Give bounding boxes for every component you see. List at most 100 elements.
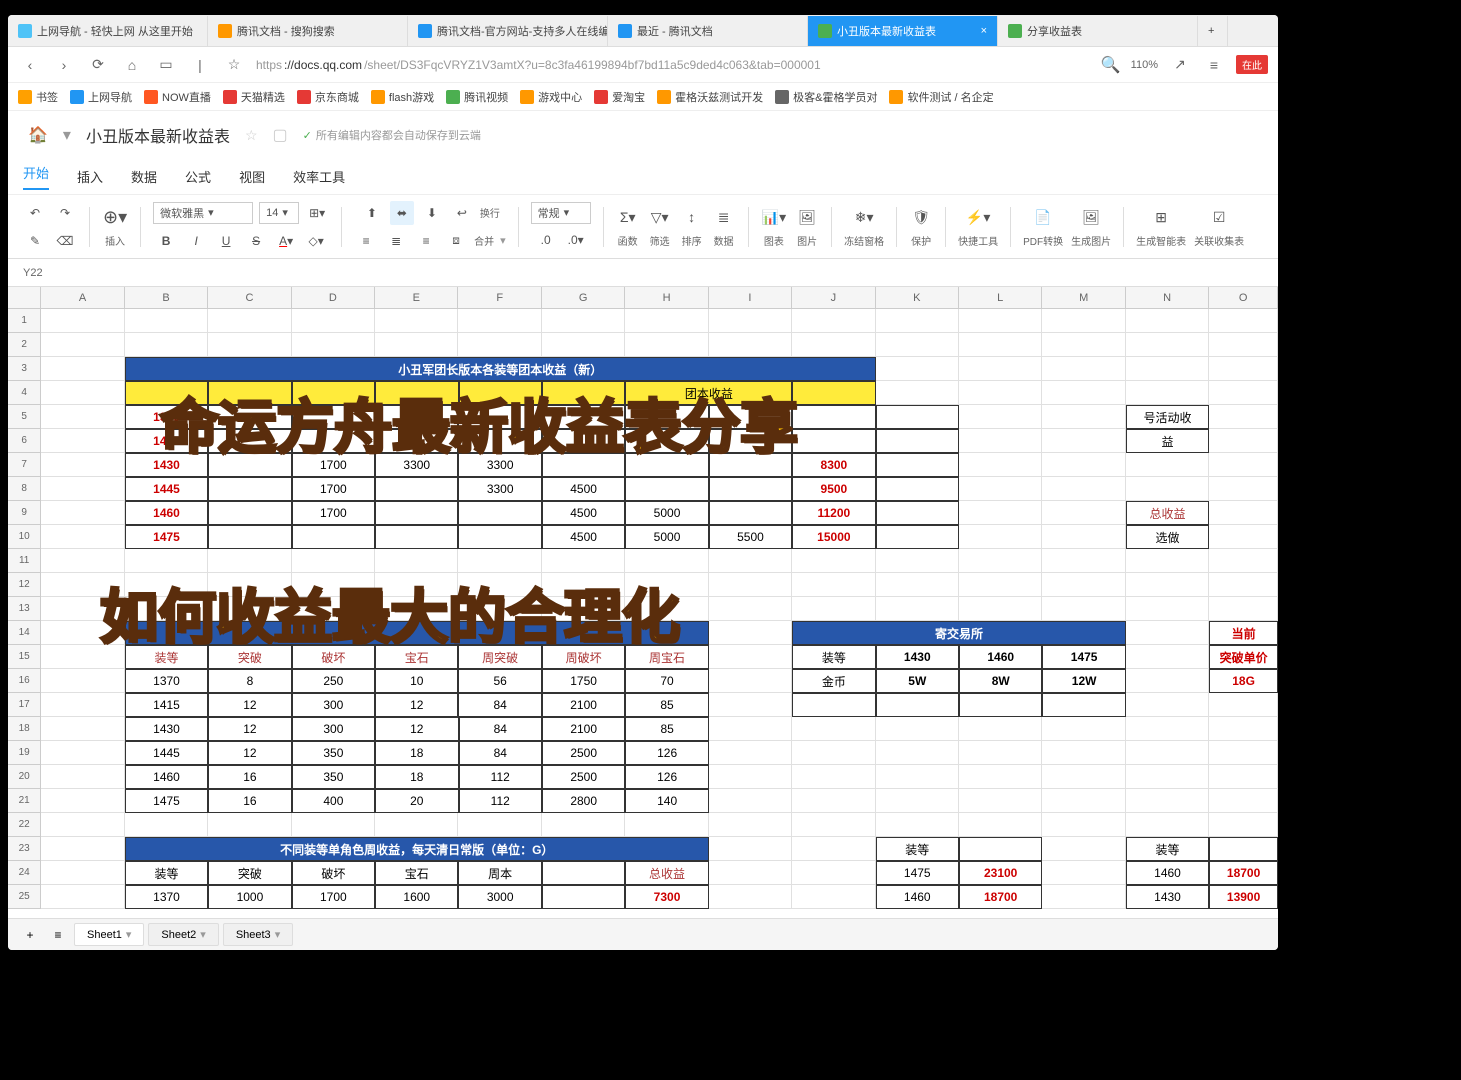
cell[interactable]: 15000 (792, 525, 875, 549)
cell[interactable]: 4500 (542, 525, 625, 549)
cell[interactable] (41, 645, 124, 669)
menu-item[interactable]: 开始 (23, 163, 49, 190)
menu-item[interactable]: 数据 (131, 167, 157, 186)
cell[interactable]: 350 (292, 765, 375, 789)
cell[interactable]: 1415 (125, 429, 208, 453)
list-sheets-button[interactable]: ≡ (46, 923, 70, 947)
cell[interactable] (1209, 477, 1278, 501)
cell[interactable] (292, 381, 375, 405)
row-header[interactable]: 13 (8, 597, 41, 621)
sheet-tab[interactable]: Sheet1 ▾ (74, 923, 144, 946)
cell[interactable] (959, 597, 1042, 621)
cell[interactable]: 1475 (125, 789, 208, 813)
cell[interactable]: 1750 (542, 669, 625, 693)
cell[interactable] (458, 525, 541, 549)
cell[interactable] (709, 789, 792, 813)
smart-button[interactable]: ⊞ (1149, 205, 1173, 229)
cell[interactable] (876, 501, 959, 525)
bookmark-item[interactable]: 霍格沃兹测试开发 (657, 89, 763, 105)
cell[interactable] (1042, 837, 1125, 861)
row-header[interactable]: 15 (8, 645, 41, 669)
cell[interactable] (1126, 477, 1209, 501)
cell[interactable]: 18 (375, 741, 458, 765)
cell[interactable] (41, 477, 124, 501)
cell[interactable] (959, 333, 1042, 357)
cell[interactable]: 破坏 (292, 645, 375, 669)
cell[interactable] (1209, 525, 1278, 549)
row-header[interactable]: 11 (8, 549, 41, 573)
cell[interactable] (542, 573, 625, 597)
cell[interactable]: 12 (375, 717, 458, 741)
cell[interactable] (125, 597, 208, 621)
cell[interactable] (458, 597, 541, 621)
cell[interactable] (125, 549, 208, 573)
data-button[interactable]: ≣ (712, 205, 736, 229)
cell[interactable] (1209, 693, 1278, 717)
cell[interactable] (709, 573, 792, 597)
cell[interactable]: 1430 (125, 717, 208, 741)
redo-button[interactable]: ↷ (53, 201, 77, 225)
back-button[interactable]: ‹ (18, 53, 42, 77)
cell[interactable] (458, 405, 541, 429)
cell[interactable] (1126, 813, 1209, 837)
cell[interactable] (876, 741, 959, 765)
cell[interactable] (876, 477, 959, 501)
cell[interactable] (709, 597, 792, 621)
cell[interactable] (959, 501, 1042, 525)
cell[interactable] (459, 381, 542, 405)
cell[interactable]: 56 (458, 669, 541, 693)
cell[interactable]: 70 (625, 669, 708, 693)
cell[interactable]: 18700 (959, 885, 1042, 909)
cell[interactable] (375, 813, 458, 837)
cell[interactable]: 300 (292, 717, 375, 741)
cell[interactable] (1126, 549, 1209, 573)
cell[interactable] (792, 837, 875, 861)
cell[interactable] (792, 549, 875, 573)
cell[interactable] (959, 693, 1042, 717)
cell[interactable] (959, 789, 1042, 813)
row-header[interactable]: 16 (8, 669, 41, 693)
bookmark-item[interactable]: 书签 (18, 89, 58, 105)
cell[interactable] (876, 573, 959, 597)
cell[interactable]: 13900 (1209, 885, 1278, 909)
row-header[interactable]: 12 (8, 573, 41, 597)
pdf-button[interactable]: 📄 (1031, 205, 1055, 229)
cell[interactable]: 3300 (375, 453, 458, 477)
cell[interactable] (792, 813, 875, 837)
cell[interactable] (208, 429, 291, 453)
align-right[interactable]: ≡ (414, 229, 438, 253)
link-button[interactable]: ☑ (1207, 205, 1231, 229)
cell[interactable] (1042, 525, 1125, 549)
cell[interactable] (458, 429, 541, 453)
cell[interactable] (542, 861, 625, 885)
row-header[interactable]: 2 (8, 333, 41, 357)
row-header[interactable]: 9 (8, 501, 41, 525)
color-button[interactable]: A▾ (274, 229, 298, 253)
cell[interactable] (292, 549, 375, 573)
cell[interactable] (959, 741, 1042, 765)
cell[interactable]: 350 (292, 741, 375, 765)
cell[interactable] (208, 813, 291, 837)
cell[interactable] (1042, 789, 1125, 813)
cell[interactable] (41, 741, 124, 765)
cell[interactable] (208, 381, 291, 405)
cell[interactable] (1042, 333, 1125, 357)
cell[interactable] (208, 525, 291, 549)
cell[interactable] (208, 405, 291, 429)
cell[interactable]: 4500 (542, 477, 625, 501)
cell[interactable]: 84 (458, 693, 541, 717)
cell[interactable] (792, 573, 875, 597)
cell[interactable] (1126, 741, 1209, 765)
cell[interactable] (292, 405, 375, 429)
cell[interactable]: 破坏 (292, 861, 375, 885)
sort-button[interactable]: ↕ (680, 205, 704, 229)
col-header[interactable]: D (292, 287, 375, 308)
cell[interactable] (876, 789, 959, 813)
cell[interactable] (1042, 597, 1125, 621)
cell[interactable] (1126, 381, 1209, 405)
cell[interactable] (542, 813, 625, 837)
cell[interactable] (1209, 453, 1278, 477)
cell[interactable] (1126, 789, 1209, 813)
cell[interactable] (292, 333, 375, 357)
col-header[interactable]: F (458, 287, 541, 308)
